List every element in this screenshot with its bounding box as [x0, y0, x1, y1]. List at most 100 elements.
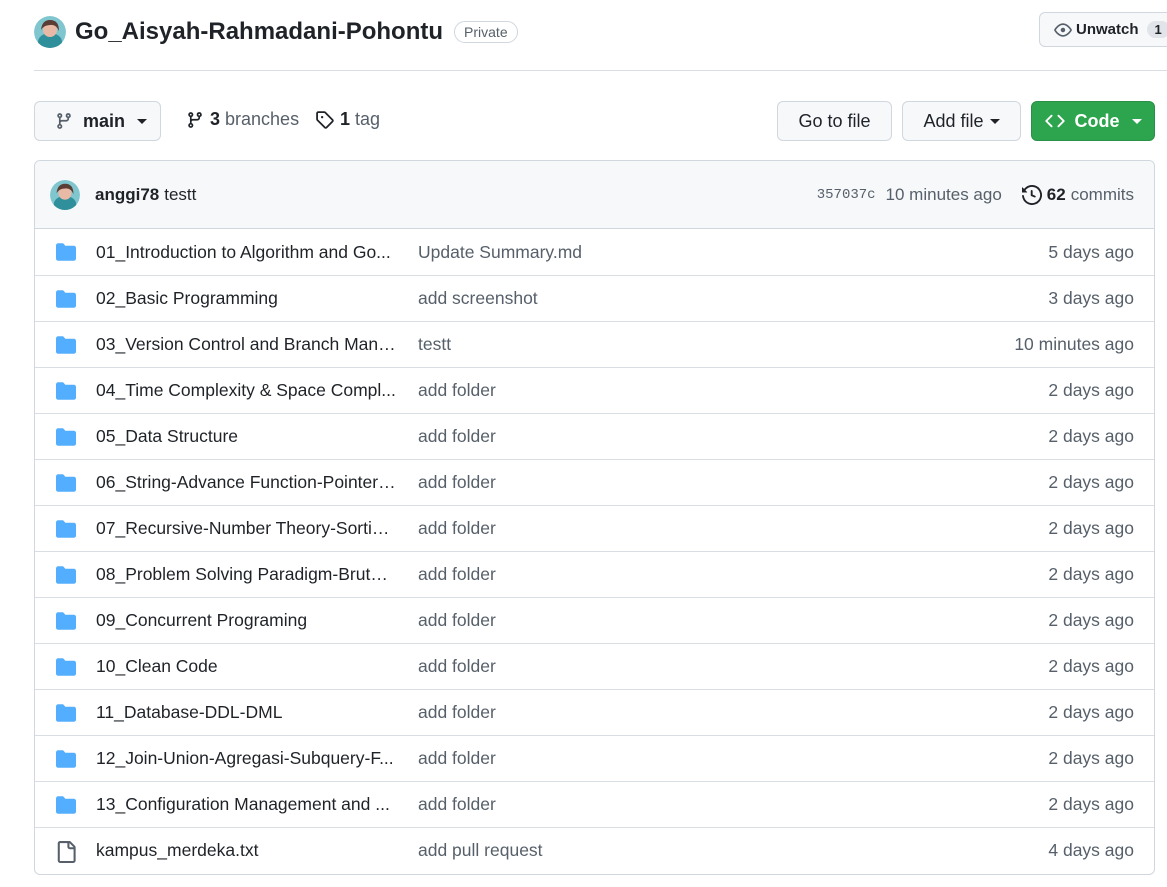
watchers-count: 1	[1146, 21, 1167, 38]
git-branch-icon	[55, 112, 73, 130]
file-row[interactable]: 10_Clean Code add folder 2 days ago	[35, 643, 1154, 689]
chevron-down-icon	[1131, 118, 1142, 124]
owner-avatar[interactable]	[34, 16, 66, 48]
file-name-link[interactable]: 04_Time Complexity & Space Compl...	[96, 380, 396, 401]
chevron-down-icon	[989, 118, 1000, 124]
commit-meta: 357037c 10 minutes ago 62 commits	[817, 185, 1134, 205]
file-commit-age: 2 days ago	[1048, 472, 1134, 492]
latest-commit-bar: anggi78 testt 357037c 10 minutes ago 62 …	[35, 161, 1154, 229]
file-commit-age: 3 days ago	[1048, 288, 1134, 308]
file-name-link[interactable]: 09_Concurrent Programing	[96, 610, 396, 631]
tag-icon	[315, 110, 334, 129]
file-name-link[interactable]: 10_Clean Code	[96, 656, 396, 677]
file-name-link[interactable]: 05_Data Structure	[96, 426, 396, 447]
file-commit-age: 2 days ago	[1048, 518, 1134, 538]
file-commit-message-link[interactable]: testt	[418, 334, 451, 355]
file-name-link[interactable]: 06_String-Advance Function-Pointer-...	[96, 472, 396, 493]
branches-count: 3	[210, 109, 221, 129]
file-name-link[interactable]: 03_Version Control and Branch Mana...	[96, 334, 396, 355]
file-row[interactable]: 08_Problem Solving Paradigm-Brute ... add…	[35, 551, 1154, 597]
file-commit-message-link[interactable]: add folder	[418, 472, 496, 493]
file-commit-age: 2 days ago	[1048, 702, 1134, 722]
branches-link[interactable]: 3 branches	[186, 109, 299, 130]
folder-icon	[55, 335, 77, 355]
repo-name[interactable]: Go_Aisyah-Rahmadani-Pohontu	[75, 18, 443, 46]
file-commit-message-link[interactable]: add folder	[418, 702, 496, 723]
add-file-button[interactable]: Add file	[902, 101, 1021, 141]
file-row[interactable]: 07_Recursive-Number Theory-Sortin... add …	[35, 505, 1154, 551]
folder-icon	[55, 565, 77, 585]
file-commit-message-link[interactable]: add folder	[418, 518, 496, 539]
history-icon	[1021, 184, 1042, 205]
file-row[interactable]: 13_Configuration Management and ... add f…	[35, 781, 1154, 827]
file-name-link[interactable]: 07_Recursive-Number Theory-Sortin...	[96, 518, 396, 539]
folder-icon	[55, 703, 77, 723]
file-row[interactable]: 03_Version Control and Branch Mana... tes…	[35, 321, 1154, 367]
go-to-file-button[interactable]: Go to file	[777, 101, 892, 141]
commit-message[interactable]: testt	[164, 185, 196, 205]
commits-count: 62	[1046, 184, 1066, 204]
file-name-link[interactable]: kampus_merdeka.txt	[96, 840, 396, 861]
file-commit-message-link[interactable]: add folder	[418, 426, 496, 447]
code-icon	[1044, 111, 1065, 131]
file-row[interactable]: 06_String-Advance Function-Pointer-... ad…	[35, 459, 1154, 505]
unwatch-button[interactable]: Unwatch 1	[1039, 12, 1167, 47]
file-name-link[interactable]: 12_Join-Union-Agregasi-Subquery-F...	[96, 748, 396, 769]
file-commit-age: 5 days ago	[1048, 241, 1134, 262]
file-commit-age: 10 minutes ago	[1014, 334, 1134, 354]
go-to-file-label: Go to file	[798, 110, 871, 131]
file-row[interactable]: kampus_merdeka.txt add pull request 4 days…	[35, 827, 1154, 873]
folder-icon	[55, 381, 77, 401]
file-row[interactable]: 05_Data Structure add folder 2 days ago	[35, 413, 1154, 459]
file-commit-age: 2 days ago	[1048, 610, 1134, 630]
tags-label: tag	[355, 109, 381, 129]
file-row[interactable]: 01_Introduction to Algorithm and Go... Up…	[35, 229, 1154, 275]
commits-history-link[interactable]: 62 commits	[1021, 184, 1134, 205]
file-name-link[interactable]: 13_Configuration Management and ...	[96, 794, 396, 815]
add-file-label: Add file	[923, 110, 984, 131]
file-commit-message-link[interactable]: add folder	[418, 656, 496, 677]
file-name-link[interactable]: 11_Database-DDL-DML	[96, 702, 396, 723]
commit-author[interactable]: anggi78	[95, 185, 159, 205]
commit-time: 10 minutes ago	[885, 184, 1002, 204]
file-commit-message-link[interactable]: add folder	[418, 748, 496, 769]
file-row[interactable]: 11_Database-DDL-DML add folder 2 days ago	[35, 689, 1154, 735]
file-browser: anggi78 testt 357037c 10 minutes ago 62 …	[34, 160, 1155, 875]
folder-icon	[55, 519, 77, 539]
file-commit-age: 2 days ago	[1048, 380, 1134, 400]
author-avatar[interactable]	[50, 179, 80, 210]
branch-select-button[interactable]: main	[34, 101, 161, 141]
file-commit-age: 2 days ago	[1048, 794, 1134, 814]
file-row[interactable]: 02_Basic Programming add screenshot 3 days…	[35, 275, 1154, 321]
file-commit-message-link[interactable]: add folder	[418, 794, 496, 815]
folder-icon	[55, 427, 77, 447]
file-commit-message-link[interactable]: add folder	[418, 610, 496, 631]
commit-sha[interactable]: 357037c	[817, 187, 876, 203]
file-commit-age: 2 days ago	[1048, 656, 1134, 676]
file-commit-age: 2 days ago	[1048, 564, 1134, 584]
code-button[interactable]: Code	[1031, 101, 1155, 141]
file-commit-message-link[interactable]: add folder	[418, 564, 496, 585]
file-row[interactable]: 09_Concurrent Programing add folder 2 days…	[35, 597, 1154, 643]
file-row[interactable]: 04_Time Complexity & Space Compl... add f…	[35, 367, 1154, 413]
file-commit-message-link[interactable]: add pull request	[418, 840, 543, 861]
file-commit-age: 4 days ago	[1048, 840, 1134, 860]
branch-name: main	[83, 110, 126, 131]
file-name-link[interactable]: 08_Problem Solving Paradigm-Brute ...	[96, 564, 396, 585]
unwatch-label: Unwatch	[1076, 21, 1139, 38]
commits-label: commits	[1070, 184, 1134, 204]
file-name-link[interactable]: 02_Basic Programming	[96, 288, 396, 309]
file-name-link[interactable]: 01_Introduction to Algorithm and Go...	[96, 242, 396, 263]
file-commit-message-link[interactable]: add folder	[418, 380, 496, 401]
folder-icon	[55, 611, 77, 631]
tags-link[interactable]: 1 tag	[315, 109, 380, 130]
file-commit-message-link[interactable]: Update Summary.md	[418, 242, 582, 263]
git-branch-icon	[186, 111, 204, 129]
file-commit-age: 2 days ago	[1048, 426, 1134, 446]
folder-icon	[55, 749, 77, 769]
folder-icon	[55, 795, 77, 815]
header-divider	[34, 70, 1167, 71]
file-commit-message-link[interactable]: add screenshot	[418, 288, 538, 309]
file-row[interactable]: 12_Join-Union-Agregasi-Subquery-F... add …	[35, 735, 1154, 781]
folder-icon	[55, 242, 77, 262]
